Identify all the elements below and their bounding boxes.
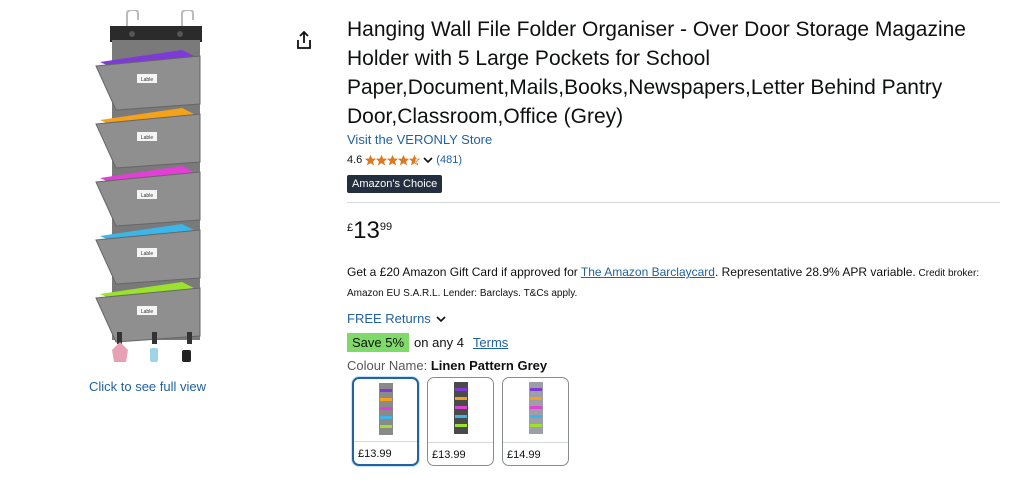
chevron-down-icon[interactable] xyxy=(422,154,434,166)
pocket-label-text: Lable xyxy=(141,77,153,83)
price: £ 13 99 xyxy=(347,217,392,245)
save-row: Save 5% on any 4 Terms xyxy=(347,333,508,352)
swatch-image xyxy=(453,382,468,434)
colour-name-row: Colour Name: Linen Pattern Grey xyxy=(347,358,547,373)
terms-link[interactable]: Terms xyxy=(473,335,508,350)
pocket-label-text: Lable xyxy=(141,309,153,315)
colour-swatch[interactable]: £13.99 xyxy=(427,377,494,466)
offer-prefix: Get a £20 Amazon Gift Card if approved f… xyxy=(347,265,581,279)
swatch-image xyxy=(528,382,543,434)
swatch-divider xyxy=(503,442,568,443)
chevron-down-icon xyxy=(436,315,446,322)
swatch-price: £13.99 xyxy=(432,449,466,461)
image-gallery: Lable Lable Lable Lable Lable Click to see f… xyxy=(0,0,311,485)
star-icon xyxy=(376,154,388,165)
rating-count-link[interactable]: (481) xyxy=(436,154,462,166)
pocket-label-text: Lable xyxy=(141,251,153,257)
star-icon xyxy=(365,154,377,165)
save-text: on any 4 xyxy=(414,335,464,350)
swatch-price: £14.99 xyxy=(507,449,541,461)
colour-value: Linen Pattern Grey xyxy=(430,358,548,373)
colour-swatch[interactable]: £14.99 xyxy=(502,377,569,466)
share-icon[interactable] xyxy=(293,29,315,51)
star-icon xyxy=(387,154,399,165)
star-rating[interactable] xyxy=(365,154,421,166)
amazons-choice-badge: Amazon's Choice xyxy=(347,175,443,193)
rating-row: 4.6 (481) xyxy=(347,152,462,168)
free-returns-link[interactable]: FREE Returns xyxy=(347,311,447,326)
offer-apr: . Representative 28.9% APR variable. xyxy=(714,265,916,279)
store-link[interactable]: Visit the VERONLY Store xyxy=(347,132,492,147)
swatch-price: £13.99 xyxy=(358,448,392,460)
swatch-divider xyxy=(428,442,493,443)
price-fraction: 99 xyxy=(379,221,393,233)
product-title: Hanging Wall File Folder Organiser - Ove… xyxy=(347,18,966,128)
credit-card-offer: Get a £20 Amazon Gift Card if approved f… xyxy=(347,263,997,303)
see-full-view-link[interactable]: Click to see full view xyxy=(60,379,235,394)
product-image[interactable]: Lable Lable Lable Lable Lable xyxy=(82,10,210,375)
pocket-label-text: Lable xyxy=(141,135,153,141)
colour-label: Colour Name: xyxy=(347,358,431,373)
star-icon xyxy=(409,154,421,165)
colour-swatches: £13.99 £13.99 £14.99 xyxy=(352,377,577,466)
save-badge: Save 5% xyxy=(347,333,410,352)
colour-swatch[interactable]: £13.99 xyxy=(352,377,419,466)
rating-value: 4.6 xyxy=(347,154,363,166)
free-returns-label: FREE Returns xyxy=(347,311,431,326)
star-icon xyxy=(398,154,410,165)
price-whole: 13 xyxy=(353,217,380,244)
barclaycard-link[interactable]: The Amazon Barclaycard xyxy=(581,265,715,279)
swatch-divider xyxy=(354,441,417,442)
swatch-image xyxy=(378,383,393,435)
pocket-label-text: Lable xyxy=(141,193,153,199)
divider xyxy=(347,202,1000,203)
